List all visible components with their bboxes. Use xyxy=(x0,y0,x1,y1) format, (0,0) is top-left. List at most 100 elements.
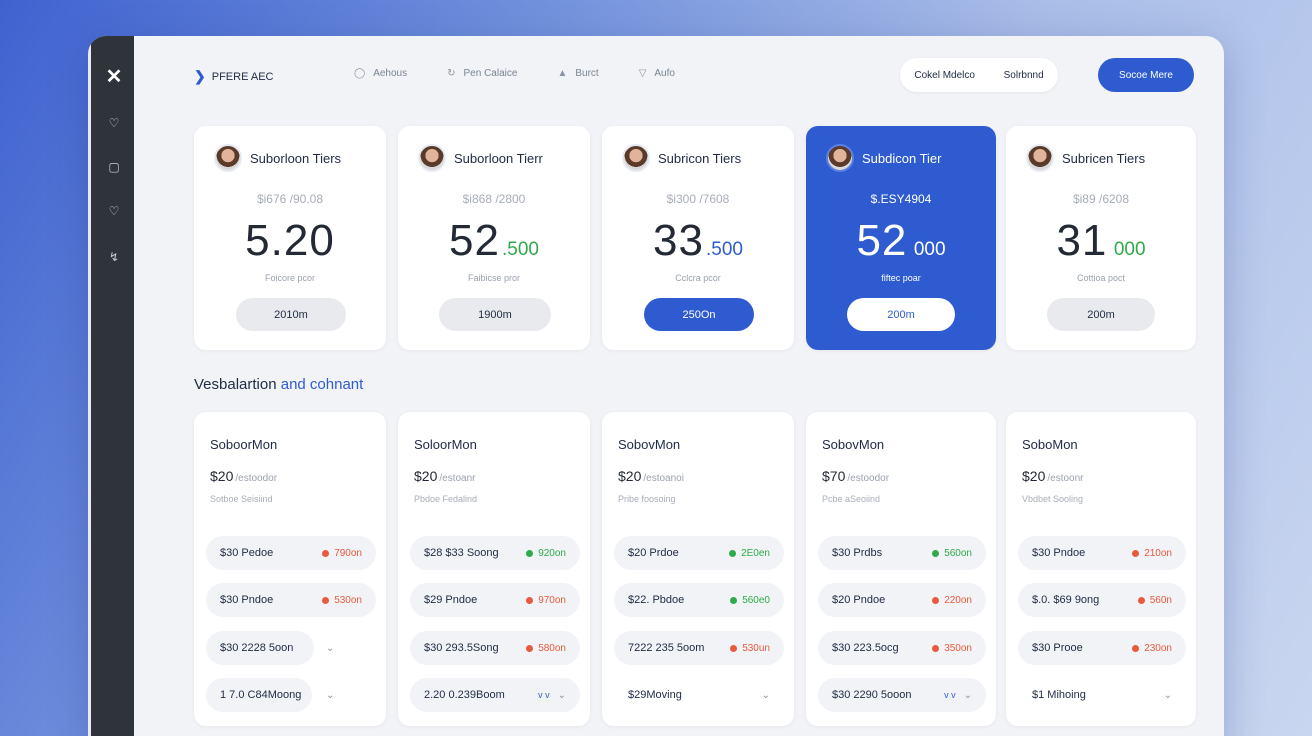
app-window: ✕ ♡ ▢ ♡ ↯ ❯ PFERE AEC ◯ Aehous ↻ Pen Cal… xyxy=(88,36,1224,736)
tier-card[interactable]: Subricon Tiers $i300 /7608 33.500 Cclcra… xyxy=(602,126,794,350)
toggle-option-2[interactable]: Solrbnnd xyxy=(1004,70,1044,81)
tier-card-selected[interactable]: Subdicon Tier $.ESY4904 52 000 fiftec po… xyxy=(806,126,996,350)
row-label: $29Moving xyxy=(628,689,682,701)
plan-row[interactable]: $30 Pedoe 790on xyxy=(206,536,376,570)
plan-subtitle: Pbdoe Fedalind xyxy=(414,494,478,504)
tier-name: Suborloon Tiers xyxy=(250,151,342,166)
plan-row[interactable]: $22. Pbdoe 560e0 xyxy=(614,583,784,617)
row-label: $30 Pedoe xyxy=(220,547,274,559)
nav-item-aufo[interactable]: ▽ Aufo xyxy=(639,68,675,79)
row-label: $30 2228 5oon xyxy=(220,642,294,654)
chevron-down-icon[interactable]: ⌄ xyxy=(558,690,566,701)
plan-row[interactable]: $20 Pndoe 220on xyxy=(818,583,986,617)
status-dot xyxy=(730,596,738,604)
status-dot xyxy=(1132,549,1140,557)
row-label: $29 Pndoe xyxy=(424,594,478,606)
plan-price-unit: /estoonr xyxy=(1047,473,1084,484)
tier-select-button[interactable]: 250On xyxy=(644,298,754,331)
plan-row-dropdown[interactable]: 1 7.0 C84Moong xyxy=(206,678,312,712)
plan-row-dropdown[interactable]: $30 2290 5ooon v v ⌄ xyxy=(818,678,986,712)
plan-row[interactable]: $30 Pndoe 210on xyxy=(1018,536,1186,570)
plan-row[interactable]: $28 $33 Soong 920on xyxy=(410,536,580,570)
row-value: 920on xyxy=(526,548,566,559)
price-cents: .500 xyxy=(501,239,539,260)
chevron-down-icon[interactable]: ⌄ xyxy=(1164,690,1172,701)
plan-price-value: $20 xyxy=(1022,468,1046,484)
plan-price-value: $20 xyxy=(414,468,438,484)
status-dot xyxy=(730,644,738,652)
plan-subtitle: Pribe foosoing xyxy=(618,494,676,504)
brand[interactable]: ❯ PFERE AEC xyxy=(194,68,273,85)
tier-select-button[interactable]: 1900m xyxy=(439,298,551,331)
row-value: 530un xyxy=(730,643,770,654)
plan-subtitle: Pcbe aSeoiind xyxy=(822,494,881,504)
plan-row[interactable]: $20 Prdoe 2E0en xyxy=(614,536,784,570)
tier-price: 52 000 xyxy=(806,216,996,266)
user-icon: ◯ xyxy=(354,68,366,79)
logo-icon[interactable]: ✕ xyxy=(91,64,137,89)
plan-row-dropdown[interactable]: 2.20 0.239Boom v v ⌄ xyxy=(410,678,580,712)
plan-row[interactable]: $30 293.5Song 580on xyxy=(410,631,580,665)
bell-icon[interactable]: ♡ xyxy=(91,116,137,130)
plan-card: SobovMon $20/estoanoi Pribe foosoing $20… xyxy=(602,412,794,726)
plan-row[interactable]: $30 Prdbs 560on xyxy=(818,536,986,570)
tier-price: 5.20 xyxy=(194,216,386,266)
primary-cta-button[interactable]: Socoe Mere xyxy=(1098,58,1194,92)
plan-row[interactable]: $29 Pndoe 970on xyxy=(410,583,580,617)
tier-period: Foicore pcor xyxy=(264,273,316,283)
plan-row[interactable]: $30 223.5ocg 350on xyxy=(818,631,986,665)
row-value: 560n xyxy=(1137,595,1172,606)
row-label: $30 223.5ocg xyxy=(832,642,899,654)
row-value-text: 220on xyxy=(944,594,972,606)
plan-price: $70/estoodor xyxy=(822,468,889,484)
plan-card: SobovMon $70/estoodor Pcbe aSeoiind $30 … xyxy=(806,412,996,726)
tier-select-button[interactable]: 200m xyxy=(847,298,955,331)
plan-row[interactable]: 7222 235 5oom 530un xyxy=(614,631,784,665)
tier-period: Cclcra pcor xyxy=(675,273,721,283)
tier-select-button[interactable]: 200m xyxy=(1047,298,1155,331)
icon-rail: ✕ ♡ ▢ ♡ ↯ xyxy=(88,36,134,736)
tier-old-price: $i868 /2800 xyxy=(462,192,526,206)
plan-row[interactable]: $.0. $69 9ong 560n xyxy=(1018,583,1186,617)
price-main: 52 xyxy=(449,216,500,265)
flag-icon[interactable]: ↯ xyxy=(91,250,137,264)
nav-item-aehous[interactable]: ◯ Aehous xyxy=(354,68,407,79)
box-icon[interactable]: ▢ xyxy=(91,160,137,174)
plan-row[interactable]: $30 Pndoe 530on xyxy=(206,583,376,617)
plan-row-dropdown[interactable]: $30 2228 5oon xyxy=(206,631,314,665)
plan-row-dropdown[interactable]: $29Moving ⌄ xyxy=(614,678,784,712)
chevron-down-icon[interactable]: ⌄ xyxy=(326,643,334,654)
main-nav: ◯ Aehous ↻ Pen Calaice ▲ Burct ▽ Aufo xyxy=(354,68,675,79)
plan-price-unit: /estoanoi xyxy=(643,473,684,484)
toggle-option-1[interactable]: Cokel Mdelco xyxy=(914,70,975,81)
chevron-down-icon[interactable]: ⌄ xyxy=(762,690,770,701)
tier-name: Subdicon Tier xyxy=(862,151,942,166)
status-dot xyxy=(729,549,737,557)
nav-item-burct[interactable]: ▲ Burct xyxy=(557,68,598,79)
plan-price: $20/estoodor xyxy=(210,468,277,484)
chevron-down-icon[interactable]: ⌄ xyxy=(964,690,972,701)
section-title-text: Vesbalartion xyxy=(194,376,277,393)
row-value: 2E0en xyxy=(729,548,770,559)
row-label: $28 $33 Soong xyxy=(424,547,499,559)
tier-select-button[interactable]: 2010m xyxy=(236,298,346,331)
row-value-text: 530un xyxy=(742,642,770,654)
row-value-text: 350on xyxy=(944,642,972,654)
plan-subtitle: Sotboe Seisiind xyxy=(210,494,273,504)
status-dot xyxy=(526,596,534,604)
row-value-text: 2E0en xyxy=(741,547,770,559)
avatar xyxy=(214,144,242,172)
tier-card[interactable]: Suborloon Tierr $i868 /2800 52.500 Faibi… xyxy=(398,126,590,350)
plan-name: SoboMon xyxy=(1022,437,1078,452)
plan-name: SobovMon xyxy=(822,437,885,452)
tier-card[interactable]: Subricen Tiers $i89 /6208 31 000 Cottioa… xyxy=(1006,126,1196,350)
plan-row[interactable]: $30 Prooe 230on xyxy=(1018,631,1186,665)
tier-card[interactable]: Suborloon Tiers $i676 /90.08 5.20 Foicor… xyxy=(194,126,386,350)
heart-icon[interactable]: ♡ xyxy=(91,204,137,218)
refresh-icon: ↻ xyxy=(447,68,456,79)
row-value: 560on xyxy=(932,548,972,559)
tier-period: Cottioa poct xyxy=(1076,273,1126,283)
nav-item-pen-calaice[interactable]: ↻ Pen Calaice xyxy=(447,68,517,79)
chevron-down-icon[interactable]: ⌄ xyxy=(326,690,334,701)
plan-row-dropdown[interactable]: $1 Mihoing ⌄ xyxy=(1018,678,1186,712)
